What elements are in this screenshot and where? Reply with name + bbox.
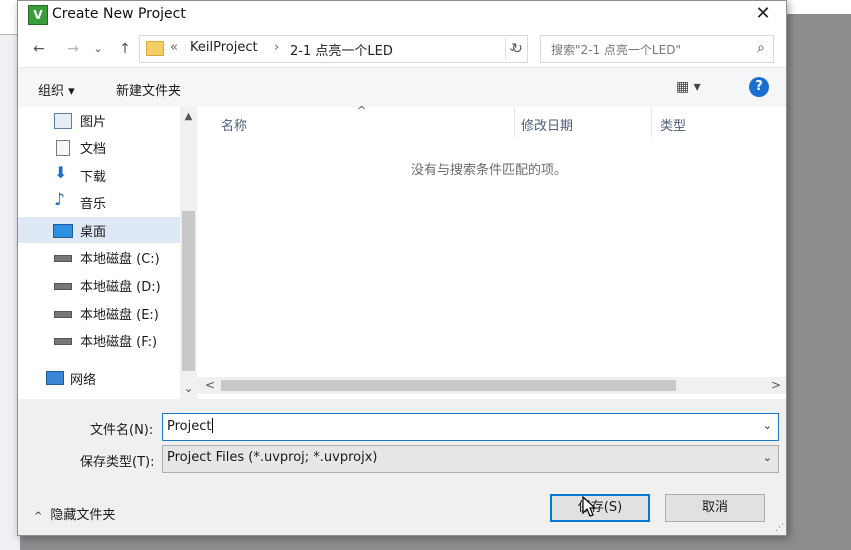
filetype-value: Project Files (*.uvproj; *.uvprojx) — [167, 450, 378, 465]
breadcrumb-current-folder[interactable]: 2-1 点亮一个LED — [290, 40, 393, 59]
sidebar-item-label: 文档 — [80, 142, 107, 157]
view-options-icon[interactable]: ▦ ▾ — [676, 79, 701, 95]
filetype-dropdown-icon[interactable]: ⌄ — [763, 451, 772, 464]
sidebar-item-label: 本地磁盘 (C:) — [80, 252, 160, 267]
address-bar[interactable]: « KeilProject › 2-1 点亮一个LED ⌄ — [139, 35, 528, 63]
filename-value: Project — [167, 419, 212, 434]
sidebar-item-label: 本地磁盘 (D:) — [80, 280, 161, 295]
filename-input[interactable]: Project ⌄ — [162, 413, 779, 441]
sidebar-item-drive-d[interactable]: 本地磁盘 (D:) — [18, 272, 180, 298]
sidebar-item-label: 本地磁盘 (F:) — [80, 335, 158, 350]
sidebar-item-label: 桌面 — [80, 225, 107, 240]
address-overflow[interactable]: « — [170, 40, 178, 55]
mouse-cursor-icon — [582, 496, 597, 517]
save-options-panel: 文件名(N): Project ⌄ 保存类型(T): Project Files… — [18, 399, 786, 535]
filename-label: 文件名(N): — [90, 423, 154, 438]
new-folder-button[interactable]: 新建文件夹 — [116, 80, 181, 99]
sidebar-item-drive-e[interactable]: 本地磁盘 (E:) — [18, 300, 180, 326]
column-header-type[interactable]: 类型 — [652, 107, 786, 137]
up-arrow-icon[interactable]: ↑ — [114, 38, 136, 60]
sidebar-item-downloads[interactable]: ⬇ 下载 — [18, 162, 180, 188]
file-list-pane: 名称 ^ 修改日期 类型 没有与搜索条件匹配的项。 — [197, 104, 786, 399]
hide-folders-label: 隐藏文件夹 — [50, 508, 116, 523]
column-header-name-label: 名称 — [221, 119, 248, 134]
column-header-type-label: 类型 — [660, 119, 687, 134]
folder-icon — [146, 41, 164, 56]
organize-menu-button[interactable]: 组织 ▾ — [38, 80, 75, 99]
help-icon[interactable]: ? — [749, 77, 769, 97]
horizontal-scrollbar-thumb[interactable] — [221, 380, 676, 391]
sort-ascending-icon: ^ — [357, 104, 367, 117]
text-caret — [212, 418, 214, 433]
navigation-pane: 图片 文档 ⬇ 下载 ♪ 音乐 桌面 本地磁盘 (C:) 本地磁盘 (D:) 本… — [18, 107, 180, 399]
breadcrumb-separator[interactable]: › — [274, 40, 279, 55]
search-box[interactable]: 搜索"2-1 点亮一个LED" ⌕ — [540, 35, 774, 63]
download-icon: ⬇ — [54, 163, 68, 182]
drive-icon — [54, 338, 72, 345]
sidebar-item-documents[interactable]: 文档 — [18, 134, 180, 160]
sidebar-item-label: 本地磁盘 (E:) — [80, 308, 159, 323]
keil-app-icon: V — [28, 5, 48, 25]
address-row: ← → ⌄ ↑ « KeilProject › 2-1 点亮一个LED ⌄ ↻ … — [18, 32, 786, 66]
close-button[interactable]: ✕ — [740, 1, 786, 29]
sidebar-item-desktop[interactable]: 桌面 — [18, 217, 180, 243]
save-button[interactable]: 保存(S) — [550, 494, 650, 522]
forward-arrow-icon[interactable]: → — [62, 38, 84, 60]
filetype-label: 保存类型(T): — [80, 455, 155, 470]
window-title: Create New Project — [52, 6, 186, 22]
resize-grip-icon[interactable]: ⋰ — [775, 523, 784, 533]
column-header-date[interactable]: 修改日期 — [515, 107, 652, 137]
column-header-date-label: 修改日期 — [521, 119, 574, 134]
navigation-scrollbar[interactable]: ▲ ⌄ — [180, 107, 197, 399]
search-placeholder: 搜索"2-1 点亮一个LED" — [551, 43, 681, 57]
sidebar-item-network[interactable]: 网络 — [18, 365, 180, 391]
filename-dropdown-icon[interactable]: ⌄ — [763, 419, 772, 432]
empty-results-message: 没有与搜索条件匹配的项。 — [411, 163, 568, 178]
column-header-name[interactable]: 名称 ^ — [197, 104, 515, 137]
network-icon — [46, 371, 64, 385]
title-bar: V Create New Project ✕ — [18, 1, 786, 32]
music-icon: ♪ — [54, 190, 65, 210]
desktop-icon — [53, 224, 73, 238]
sidebar-item-label: 图片 — [80, 115, 107, 130]
navigation-scrollbar-thumb[interactable] — [182, 211, 195, 371]
background-window-top-right — [778, 0, 851, 14]
filetype-select[interactable]: Project Files (*.uvproj; *.uvprojx) ⌄ — [162, 445, 779, 473]
sidebar-item-label: 音乐 — [80, 197, 107, 212]
sidebar-item-label: 下载 — [80, 170, 107, 185]
file-list-horizontal-scrollbar[interactable]: < > — [197, 377, 786, 394]
hide-folders-toggle[interactable]: ^ 隐藏文件夹 — [34, 504, 115, 523]
sidebar-item-drive-f[interactable]: 本地磁盘 (F:) — [18, 327, 180, 353]
command-toolbar: 组织 ▾ 新建文件夹 ▦ ▾ ? — [18, 67, 786, 109]
create-new-project-dialog: V Create New Project ✕ ← → ⌄ ↑ « KeilPro… — [17, 0, 787, 536]
chevron-up-icon: ^ — [34, 511, 43, 522]
recent-locations-chevron-icon[interactable]: ⌄ — [90, 38, 106, 60]
breadcrumb-keilproject[interactable]: KeilProject — [190, 40, 258, 55]
drive-c-icon — [54, 255, 72, 262]
search-icon[interactable]: ⌕ — [757, 40, 765, 56]
scroll-right-icon[interactable]: > — [771, 378, 781, 392]
sidebar-item-music[interactable]: ♪ 音乐 — [18, 189, 180, 215]
refresh-icon[interactable]: ↻ — [505, 38, 528, 60]
sidebar-item-drive-c[interactable]: 本地磁盘 (C:) — [18, 244, 180, 270]
drive-icon — [54, 311, 72, 318]
documents-icon — [56, 140, 70, 156]
drive-icon — [54, 283, 72, 290]
back-arrow-icon[interactable]: ← — [28, 38, 50, 60]
cancel-button[interactable]: 取消 — [665, 494, 765, 522]
pictures-icon — [54, 113, 72, 129]
scroll-left-icon[interactable]: < — [205, 378, 215, 392]
scroll-down-icon[interactable]: ⌄ — [180, 381, 197, 395]
scroll-up-icon[interactable]: ▲ — [180, 111, 197, 122]
sidebar-item-pictures[interactable]: 图片 — [18, 107, 180, 133]
sidebar-item-label: 网络 — [70, 373, 97, 388]
